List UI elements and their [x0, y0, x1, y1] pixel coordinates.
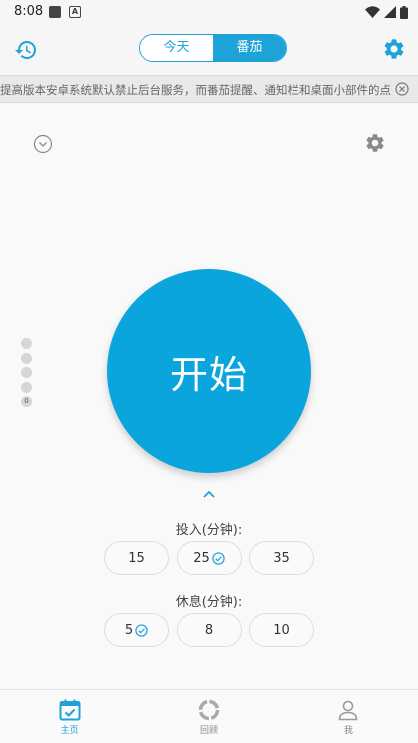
rest-duration-options: 5 8 10	[104, 613, 314, 647]
focus-option-35[interactable]: 35	[249, 541, 314, 575]
system-icons	[365, 5, 408, 19]
rest-duration-label: 休息(分钟):	[175, 595, 243, 610]
session-dot	[21, 381, 32, 393]
chevron-down-icon[interactable]	[33, 134, 53, 154]
history-icon[interactable]	[14, 38, 38, 62]
chevron-up-icon[interactable]	[201, 488, 217, 500]
battery-icon	[400, 5, 408, 19]
start-button[interactable]: 开始	[107, 269, 311, 473]
ring-chart-icon	[198, 699, 220, 721]
focus-option-25[interactable]: 25	[176, 541, 242, 575]
focus-duration-options: 15 25 35	[104, 541, 314, 575]
nav-me[interactable]: 我	[279, 690, 418, 743]
close-icon[interactable]	[395, 82, 409, 96]
status-time: 8:08	[14, 4, 44, 19]
calendar-check-icon	[59, 699, 81, 721]
bottom-navigation: 主页 回顾 我	[0, 689, 418, 743]
signal-icon	[384, 6, 396, 18]
nav-home[interactable]: 主页	[0, 690, 139, 743]
tab-today[interactable]: 今天	[140, 35, 213, 61]
person-icon	[339, 700, 358, 721]
rest-option-5[interactable]: 5	[104, 613, 169, 647]
check-circle-icon	[212, 551, 225, 565]
rest-option-8[interactable]: 8	[176, 613, 242, 647]
timer-gear-icon[interactable]	[364, 132, 386, 154]
check-circle-icon	[135, 623, 148, 637]
pomodoro-panel: 0 开始 投入(分钟): 15 25 35 休息(分钟): 5 8 10	[0, 104, 418, 689]
nav-home-label: 主页	[60, 726, 79, 736]
nav-review[interactable]: 回顾	[139, 690, 278, 743]
app-bar: 今天 番茄	[0, 26, 418, 74]
session-dot	[21, 338, 32, 349]
session-dots: 0	[21, 338, 33, 411]
notice-banner: 提高版本安卓系统默认禁止后台服务，而番茄提醒、通知栏和桌面小部件的点击	[0, 75, 418, 103]
session-dot	[21, 352, 32, 364]
rest-option-10[interactable]: 10	[249, 613, 314, 647]
focus-duration-label: 投入(分钟):	[175, 523, 243, 538]
wifi-icon	[365, 6, 380, 18]
nav-me-label: 我	[343, 726, 353, 736]
tab-pomodoro[interactable]: 番茄	[213, 35, 286, 61]
session-count: 0	[21, 396, 32, 407]
notification-icon	[49, 6, 61, 18]
focus-option-15[interactable]: 15	[104, 541, 169, 575]
status-bar: 8:08 A	[0, 0, 418, 26]
notice-text: 提高版本安卓系统默认禁止后台服务，而番茄提醒、通知栏和桌面小部件的点击	[0, 83, 392, 97]
notification-a-icon: A	[69, 6, 81, 18]
session-dot	[21, 367, 32, 378]
gear-icon[interactable]	[382, 37, 406, 61]
nav-review-label: 回顾	[199, 726, 218, 736]
view-segmented-control: 今天 番茄	[139, 34, 287, 62]
